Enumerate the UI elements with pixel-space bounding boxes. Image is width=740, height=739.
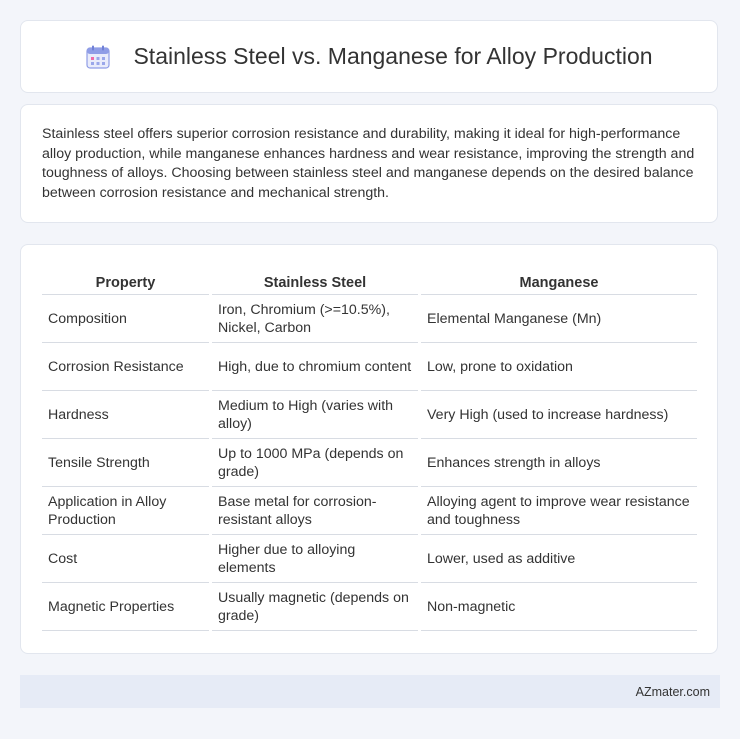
description-card: Stainless steel offers superior corrosio… bbox=[20, 104, 718, 223]
title-card: Stainless Steel vs. Manganese for Alloy … bbox=[20, 20, 718, 93]
property-cell: Hardness bbox=[42, 391, 209, 439]
property-cell: Application in Alloy Production bbox=[42, 487, 209, 535]
footer-brand: AZmater.com bbox=[635, 684, 710, 699]
manganese-cell: Very High (used to increase hardness) bbox=[421, 391, 697, 439]
property-cell: Tensile Strength bbox=[42, 439, 209, 487]
manganese-cell: Enhances strength in alloys bbox=[421, 439, 697, 487]
stainless-steel-cell: Usually magnetic (depends on grade) bbox=[212, 583, 418, 631]
stainless-steel-cell: Up to 1000 MPa (depends on grade) bbox=[212, 439, 418, 487]
stainless-steel-cell: Medium to High (varies with alloy) bbox=[212, 391, 418, 439]
manganese-cell: Alloying agent to improve wear resistanc… bbox=[421, 487, 697, 535]
table-row: Application in Alloy Production Base met… bbox=[42, 487, 697, 535]
table-row: Corrosion Resistance High, due to chromi… bbox=[42, 343, 697, 391]
stainless-steel-cell: Iron, Chromium (>=10.5%), Nickel, Carbon bbox=[212, 295, 418, 343]
column-header-manganese: Manganese bbox=[421, 263, 697, 295]
property-cell: Cost bbox=[42, 535, 209, 583]
description-text: Stainless steel offers superior corrosio… bbox=[42, 126, 695, 201]
manganese-cell: Non-magnetic bbox=[421, 583, 697, 631]
manganese-cell: Lower, used as additive bbox=[421, 535, 697, 583]
property-cell: Magnetic Properties bbox=[42, 583, 209, 631]
table-row: Tensile Strength Up to 1000 MPa (depends… bbox=[42, 439, 697, 487]
table-row: Composition Iron, Chromium (>=10.5%), Ni… bbox=[42, 295, 697, 343]
stainless-steel-cell: Higher due to alloying elements bbox=[212, 535, 418, 583]
column-header-property: Property bbox=[42, 263, 209, 295]
property-cell: Composition bbox=[42, 295, 209, 343]
table-row: Cost Higher due to alloying elements Low… bbox=[42, 535, 697, 583]
calendar-icon bbox=[85, 44, 111, 70]
page-title: Stainless Steel vs. Manganese for Alloy … bbox=[133, 43, 653, 69]
property-cell: Corrosion Resistance bbox=[42, 343, 209, 391]
table-row: Hardness Medium to High (varies with all… bbox=[42, 391, 697, 439]
column-header-stainless-steel: Stainless Steel bbox=[212, 263, 418, 295]
table-header-row: Property Stainless Steel Manganese bbox=[42, 263, 697, 295]
table-row: Magnetic Properties Usually magnetic (de… bbox=[42, 583, 697, 631]
comparison-table-card: Property Stainless Steel Manganese Compo… bbox=[20, 244, 718, 654]
stainless-steel-cell: High, due to chromium content bbox=[212, 343, 418, 391]
footer: AZmater.com bbox=[20, 675, 720, 708]
manganese-cell: Elemental Manganese (Mn) bbox=[421, 295, 697, 343]
comparison-table: Property Stainless Steel Manganese Compo… bbox=[39, 263, 700, 631]
stainless-steel-cell: Base metal for corrosion-resistant alloy… bbox=[212, 487, 418, 535]
manganese-cell: Low, prone to oxidation bbox=[421, 343, 697, 391]
